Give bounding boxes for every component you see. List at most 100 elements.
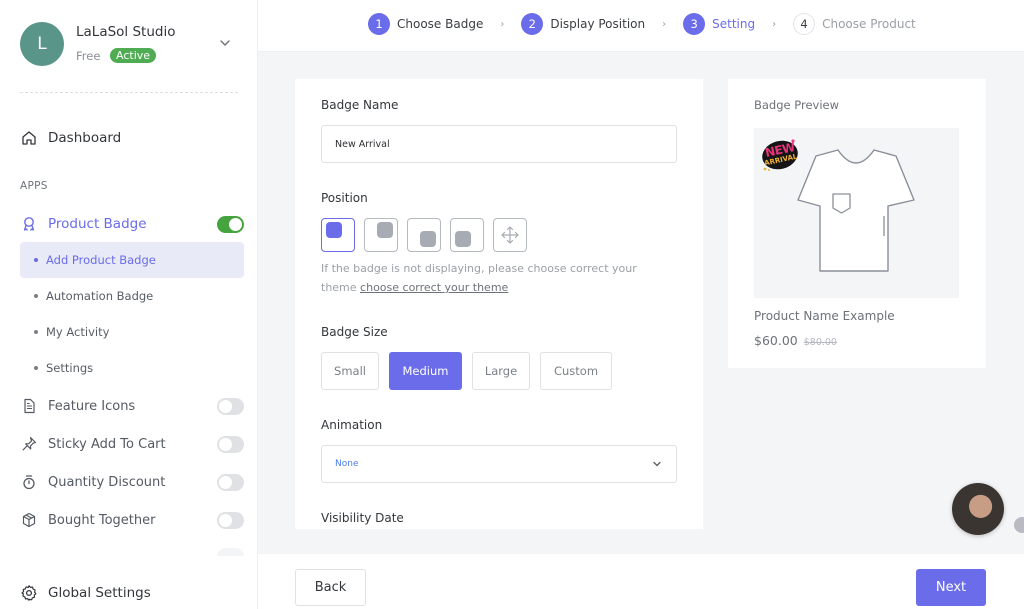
badge-size-label: Badge Size (321, 325, 388, 339)
position-top-right-button[interactable] (364, 218, 398, 252)
size-large-button[interactable]: Large (472, 352, 530, 390)
box-icon (20, 511, 38, 529)
bullet-icon (34, 294, 38, 298)
step-display-position[interactable]: 2 Display Position (521, 13, 645, 35)
bullet-icon (34, 366, 38, 370)
sidebar-item-feature-icons[interactable]: Feature Icons (20, 394, 244, 418)
theme-hint: If the badge is not displaying, please c… (321, 259, 661, 297)
sidebar-item-sticky-add-to-cart[interactable]: Sticky Add To Cart (20, 432, 244, 456)
store-name: LaLaSol Studio (76, 24, 176, 40)
step-setting[interactable]: 3 Setting (683, 13, 755, 35)
product-price: $60.00 $80.00 (754, 333, 837, 348)
size-small-button[interactable]: Small (321, 352, 379, 390)
sidebar-item-product-badge[interactable]: Product Badge (20, 212, 244, 236)
animation-label: Animation (321, 418, 383, 432)
sticky-add-to-cart-toggle[interactable] (217, 435, 244, 453)
sidebar-subitem-label: Settings (46, 361, 94, 375)
product-image: NEW ARRIVAL (754, 128, 959, 298)
product-badge-toggle[interactable] (217, 215, 244, 233)
chevron-down-icon[interactable] (218, 36, 232, 50)
sidebar-item-label: Product Badge (48, 216, 147, 232)
sidebar-subitem-label: Automation Badge (46, 289, 154, 303)
feature-icons-toggle[interactable] (217, 397, 244, 415)
step-choose-badge[interactable]: 1 Choose Badge (368, 13, 483, 35)
badge-preview-card: Badge Preview NEW ARRIVAL Product Name E… (728, 79, 986, 368)
step-label: Choose Product (822, 17, 916, 31)
sidebar-item-label: Sticky Add To Cart (48, 436, 166, 452)
position-bottom-left-button[interactable] (450, 218, 484, 252)
store-plan: Free (76, 49, 101, 63)
step-number: 3 (683, 13, 706, 35)
badge-size-options: Small Medium Large Custom (321, 352, 612, 390)
sidebar-item-global-settings[interactable]: Global Settings (20, 582, 244, 604)
bullet-icon (34, 258, 38, 262)
visibility-date-label: Visibility Date (321, 511, 404, 525)
step-number: 4 (793, 13, 816, 35)
badge-icon (20, 215, 38, 233)
sidebar-subitem-settings[interactable]: Settings (20, 350, 244, 386)
animation-select[interactable]: None (321, 445, 677, 483)
step-label: Setting (712, 17, 756, 31)
scroll-handle[interactable] (1014, 517, 1024, 533)
back-button[interactable]: Back (295, 569, 366, 606)
next-button[interactable]: Next (916, 569, 986, 606)
step-number: 2 (521, 13, 544, 35)
position-top-left-button[interactable] (321, 218, 355, 252)
animation-select-value: None (335, 459, 359, 469)
choose-theme-link[interactable]: choose correct your theme (360, 281, 508, 294)
footer-bar: Back Next (258, 554, 1024, 609)
original-price: $80.00 (803, 337, 837, 348)
product-name: Product Name Example (754, 309, 895, 323)
sidebar: L LaLaSol Studio Free Active Dashboard A… (0, 0, 258, 609)
stopwatch-icon (20, 473, 38, 491)
step-label: Display Position (550, 17, 646, 31)
bullet-icon (34, 330, 38, 334)
store-switcher[interactable]: L LaLaSol Studio Free Active (20, 22, 244, 68)
position-marker (420, 231, 436, 247)
chevron-right-icon: › (772, 18, 777, 30)
step-choose-product[interactable]: 4 Choose Product (793, 13, 916, 35)
sidebar-subitem-automation-badge[interactable]: Automation Badge (20, 278, 244, 314)
step-label: Choose Badge (397, 17, 484, 31)
position-marker (377, 222, 393, 238)
sidebar-subitem-label: My Activity (46, 325, 110, 339)
badge-name-input[interactable] (321, 125, 677, 163)
pin-icon (20, 435, 38, 453)
section-label-apps: APPS (20, 180, 48, 192)
chevron-down-icon (653, 461, 661, 467)
store-avatar: L (20, 22, 64, 66)
size-custom-button[interactable]: Custom (540, 352, 612, 390)
chevron-right-icon: › (662, 18, 667, 30)
position-bottom-right-button[interactable] (407, 218, 441, 252)
support-chat-avatar[interactable] (952, 483, 1004, 535)
position-custom-button[interactable] (493, 218, 527, 252)
sidebar-subitem-label: Add Product Badge (46, 253, 156, 267)
badge-name-label: Badge Name (321, 98, 399, 112)
stepper: 1 Choose Badge › 2 Display Position › 3 … (368, 13, 916, 35)
sidebar-item-partially-hidden (20, 548, 244, 556)
sidebar-subitem-my-activity[interactable]: My Activity (20, 314, 244, 350)
sidebar-item-label: Dashboard (48, 130, 122, 146)
sidebar-subitem-add-product-badge[interactable]: Add Product Badge (20, 242, 244, 278)
sidebar-item-quantity-discount[interactable]: Quantity Discount (20, 470, 244, 494)
step-number: 1 (368, 13, 390, 35)
chevron-right-icon: › (500, 18, 505, 30)
home-icon (22, 131, 36, 145)
size-medium-button[interactable]: Medium (389, 352, 462, 390)
sidebar-item-dashboard[interactable]: Dashboard (20, 126, 244, 150)
sidebar-item-bought-together[interactable]: Bought Together (20, 508, 244, 532)
quantity-discount-toggle[interactable] (217, 473, 244, 491)
sidebar-item-label: Global Settings (48, 585, 151, 601)
gear-icon (21, 585, 37, 601)
current-price: $60.00 (754, 333, 798, 348)
sidebar-item-label: Feature Icons (48, 398, 136, 414)
stepper-bar: 1 Choose Badge › 2 Display Position › 3 … (258, 0, 1024, 52)
divider (20, 92, 238, 93)
new-arrival-badge: NEW ARRIVAL (760, 138, 800, 172)
move-icon (501, 226, 519, 244)
position-options (321, 218, 527, 252)
bought-together-toggle[interactable] (217, 511, 244, 529)
settings-form: Badge Name Position If the badge is not … (295, 79, 703, 529)
status-badge: Active (110, 48, 157, 63)
document-icon (20, 397, 38, 415)
